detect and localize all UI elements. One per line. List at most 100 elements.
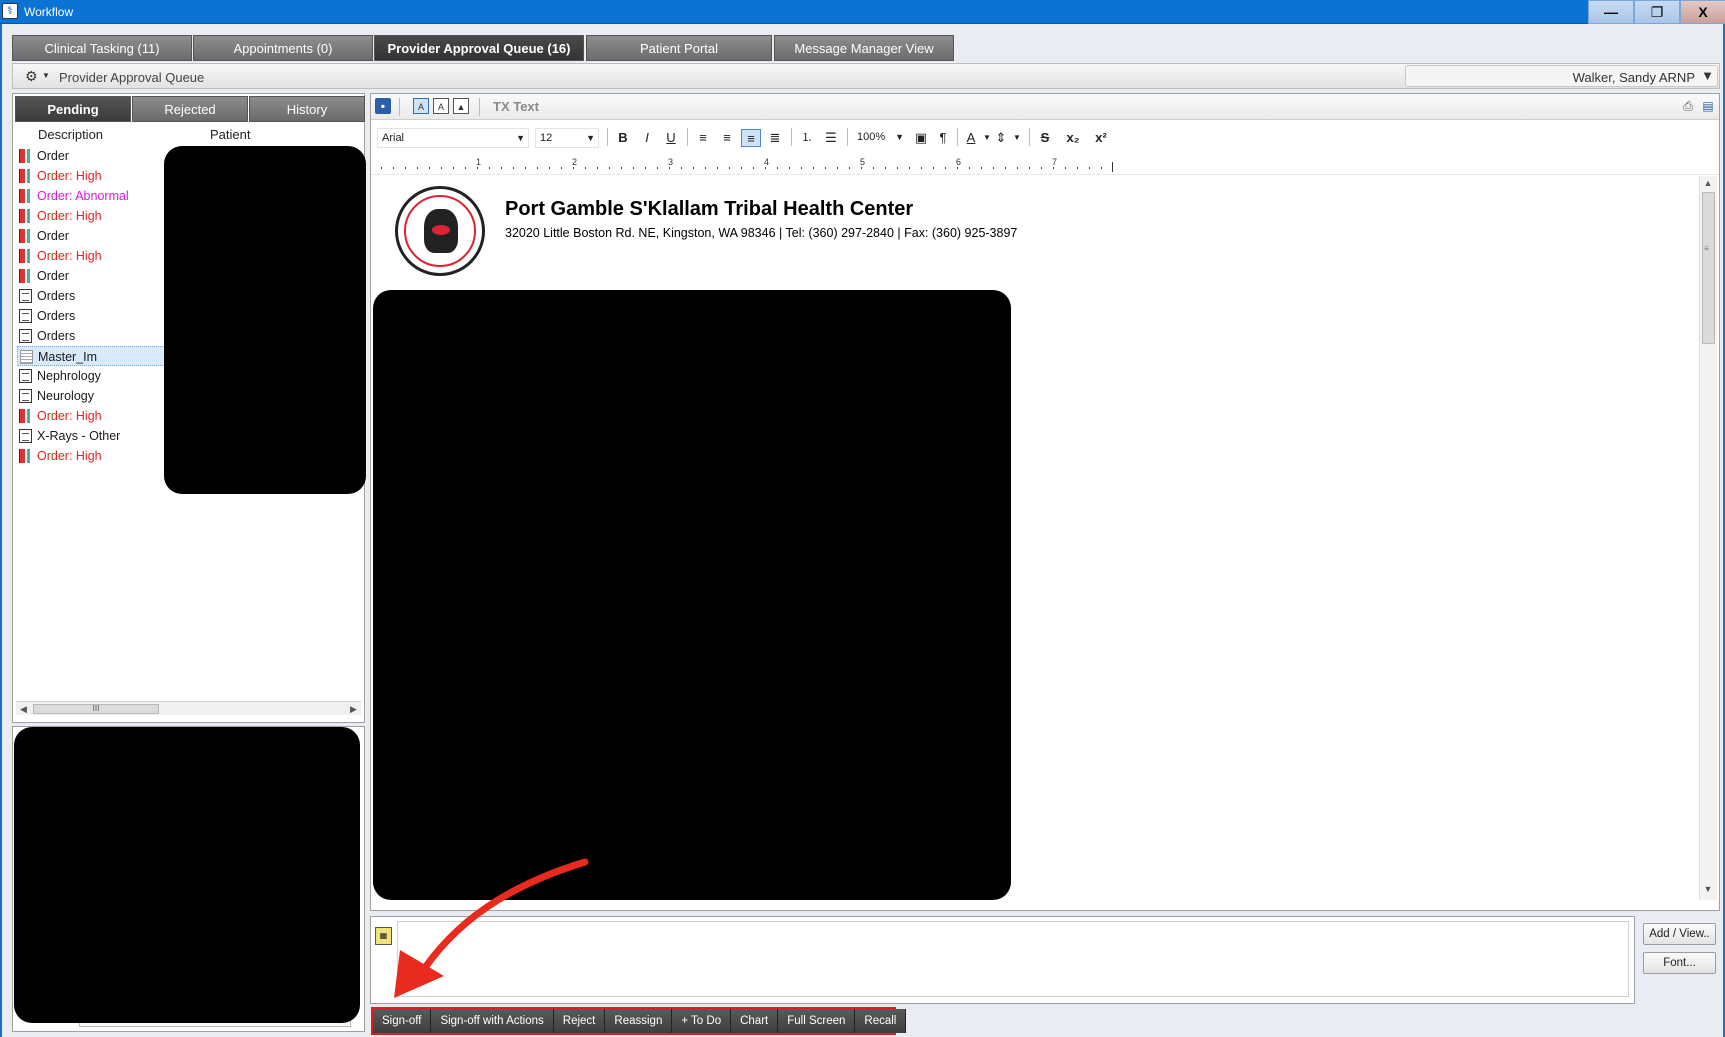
redacted-patient-column [164,146,366,494]
text-frame-icon[interactable]: A [433,98,449,114]
column-header-description[interactable]: Description [38,127,103,142]
image-icon[interactable]: ▲ [453,98,469,114]
order-icon [19,209,32,223]
add-to-do-button[interactable]: + To Do [672,1009,732,1033]
numbered-list-icon[interactable]: ⒈ [797,129,817,147]
chevron-down-icon[interactable]: ▼ [42,71,50,80]
gear-icon[interactable]: ⚙ [25,68,38,85]
toolbar-divider [957,128,958,146]
reassign-button[interactable]: Reassign [605,1009,673,1033]
list-item[interactable]: Orders [17,306,177,326]
full-screen-button[interactable]: Full Screen [778,1009,856,1033]
list-item[interactable]: Order: High [17,446,177,466]
scroll-down-icon[interactable]: ▼ [1700,884,1716,894]
document-icon [19,329,32,343]
document-icon [19,309,32,323]
chevron-down-icon[interactable]: ▼ [1007,129,1027,147]
chevron-down-icon[interactable]: ▼ [1701,68,1714,83]
tab-appointments[interactable]: Appointments (0) [193,35,373,61]
tab-patient-portal[interactable]: Patient Portal [586,35,772,61]
chart-button[interactable]: Chart [731,1009,779,1033]
underline-button[interactable]: U [661,129,681,147]
scroll-right-icon[interactable]: ▶ [350,702,357,716]
print-icon[interactable]: ⎙ [1680,98,1696,114]
tab-clinical-tasking[interactable]: Clinical Tasking (11) [12,35,192,61]
column-header-patient[interactable]: Patient [210,127,250,142]
close-button[interactable]: X [1680,0,1725,24]
list-item[interactable]: Order: High [17,406,177,426]
reject-button[interactable]: Reject [553,1009,606,1033]
scroll-thumb[interactable]: III [33,704,159,714]
scroll-thumb[interactable] [1702,192,1715,344]
subscript-icon[interactable]: x₂ [1063,129,1083,147]
chevron-down-icon[interactable]: ▼ [586,129,595,147]
chevron-down-icon[interactable]: ▼ [895,128,904,146]
ruler-track [381,162,1113,172]
tab-rejected[interactable]: Rejected [132,96,248,122]
list-item-label: Order: High [37,169,102,183]
order-icon [19,269,32,283]
align-left-icon[interactable]: ≡ [693,129,713,147]
tab-pending[interactable]: Pending [15,96,131,122]
align-center-icon[interactable]: ≡ [741,129,761,147]
queue-list-panel: Pending Rejected History Description Pat… [12,93,366,723]
recall-button[interactable]: Recall [855,1009,907,1033]
zoom-select[interactable]: 100% ▼ [853,128,907,148]
list-item[interactable]: Order: High [17,246,177,266]
list-item[interactable]: Order: High [17,166,177,186]
font-button[interactable]: Font... [1643,952,1716,974]
sign-off-with-actions-button[interactable]: Sign-off with Actions [431,1009,554,1033]
document-icon [19,429,32,443]
user-selector[interactable]: Walker, Sandy ARNP ▼ [1405,65,1718,87]
lines-icon [20,350,33,364]
align-right-icon[interactable]: ≡ [717,129,737,147]
list-item[interactable]: Neurology [17,386,177,406]
list-item[interactable]: Order [17,266,177,286]
scroll-left-icon[interactable]: ◀ [20,702,27,716]
list-item[interactable]: Master_Im [17,346,177,366]
list-item[interactable]: X-Rays - Other [17,426,177,446]
tab-provider-approval-queue[interactable]: Provider Approval Queue (16) [374,35,584,61]
save-icon[interactable]: ▪ [375,98,391,114]
toolbar-divider [791,128,792,146]
ruler-mark: 5 [860,157,866,167]
toolbar-divider [479,98,480,116]
minimize-button[interactable]: — [1588,0,1634,24]
list-item-label: Nephrology [37,369,101,383]
vertical-scrollbar[interactable]: ▲ ≡ ▼ [1699,176,1717,900]
italic-button[interactable]: I [637,129,657,147]
document-page[interactable]: Port Gamble S'Klallam Tribal Health Cent… [371,176,1696,900]
tab-message-manager-view[interactable]: Message Manager View [774,35,954,61]
ruler-mark: 3 [668,157,674,167]
list-item[interactable]: Order: High [17,206,177,226]
scroll-up-icon[interactable]: ▲ [1700,178,1716,188]
chevron-down-icon[interactable]: ▼ [516,129,525,147]
scroll-grip-icon: ≡ [1704,244,1709,253]
pilcrow-icon[interactable]: ¶ [933,129,953,147]
page-icon[interactable]: ▣ [911,129,931,147]
list-item[interactable]: Orders [17,286,177,306]
horizontal-scrollbar[interactable]: ◀ III ▶ [16,701,361,715]
restore-button[interactable]: ❐ [1634,0,1680,24]
font-size-select[interactable]: 12 ▼ [535,128,599,148]
sign-off-button[interactable]: Sign-off [373,1009,432,1033]
tab-history[interactable]: History [249,96,365,122]
document-icon [19,389,32,403]
properties-icon[interactable]: ▤ [1700,98,1716,114]
ruler[interactable]: 1 2 3 4 5 6 7 [371,157,1719,175]
annotation-arrow-icon [394,858,589,998]
strikethrough-icon[interactable]: S [1035,129,1055,147]
view-mode-icon[interactable]: A [413,98,429,114]
justify-icon[interactable]: ≣ [765,129,785,147]
add-view-button[interactable]: Add / View.. [1643,923,1716,945]
list-item[interactable]: Order: Abnormal [17,186,177,206]
order-icon [19,229,32,243]
font-family-select[interactable]: Arial ▼ [377,128,529,148]
bold-button[interactable]: B [613,129,633,147]
list-item[interactable]: Order [17,146,177,166]
list-item[interactable]: Orders [17,326,177,346]
bullet-list-icon[interactable]: ☰ [821,129,841,147]
list-item[interactable]: Order [17,226,177,246]
superscript-icon[interactable]: x² [1091,129,1111,147]
list-item[interactable]: Nephrology [17,366,177,386]
